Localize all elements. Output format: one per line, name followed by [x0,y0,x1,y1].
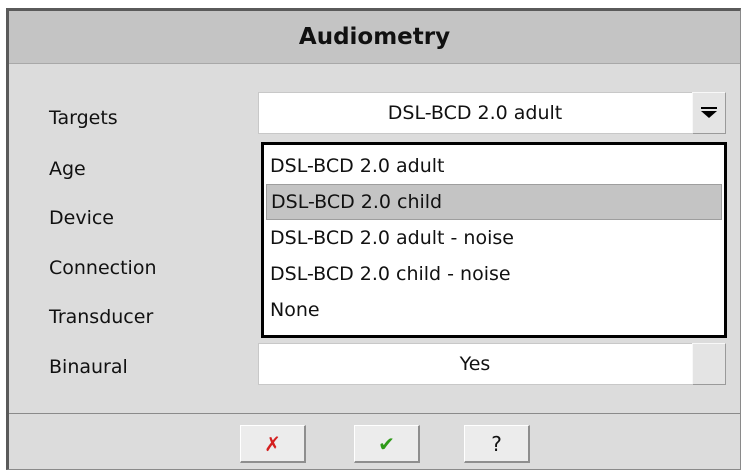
question-icon: ? [491,431,502,456]
device-label: Device [49,207,114,229]
chevron-down-icon [701,107,717,118]
dropdown-option[interactable]: None [266,292,722,328]
binaural-select-value: Yes [459,353,491,375]
button-bar: ✗ ✔ ? [9,413,740,469]
dialog-title: Audiometry [298,24,451,50]
binaural-select[interactable]: Yes [258,343,726,385]
ok-button[interactable]: ✔ [354,425,420,463]
help-button[interactable]: ? [464,425,530,463]
targets-select[interactable]: DSL-BCD 2.0 adult [258,92,726,134]
age-label: Age [49,158,86,180]
cancel-button[interactable]: ✗ [240,425,306,463]
checkmark-icon: ✔ [378,431,395,456]
targets-select-value: DSL-BCD 2.0 adult [387,102,563,124]
close-icon: ✗ [264,431,281,456]
dropdown-option[interactable]: DSL-BCD 2.0 adult [266,148,722,184]
audiometry-dialog: Audiometry Targets Age Device Connection… [0,0,751,475]
binaural-label: Binaural [49,356,128,378]
dropdown-option-selected[interactable]: DSL-BCD 2.0 child [266,184,722,220]
targets-dropdown-button[interactable] [692,92,726,134]
targets-dropdown-list: DSL-BCD 2.0 adult DSL-BCD 2.0 child DSL-… [261,142,727,338]
transducer-label: Transducer [49,306,154,328]
title-bar: Audiometry [9,11,740,64]
targets-label: Targets [49,107,118,129]
dropdown-option[interactable]: DSL-BCD 2.0 child - noise [266,256,722,292]
dialog-frame: Audiometry Targets Age Device Connection… [6,8,741,470]
connection-label: Connection [49,257,157,279]
dropdown-option[interactable]: DSL-BCD 2.0 adult - noise [266,220,722,256]
binaural-dropdown-button[interactable] [692,343,726,385]
